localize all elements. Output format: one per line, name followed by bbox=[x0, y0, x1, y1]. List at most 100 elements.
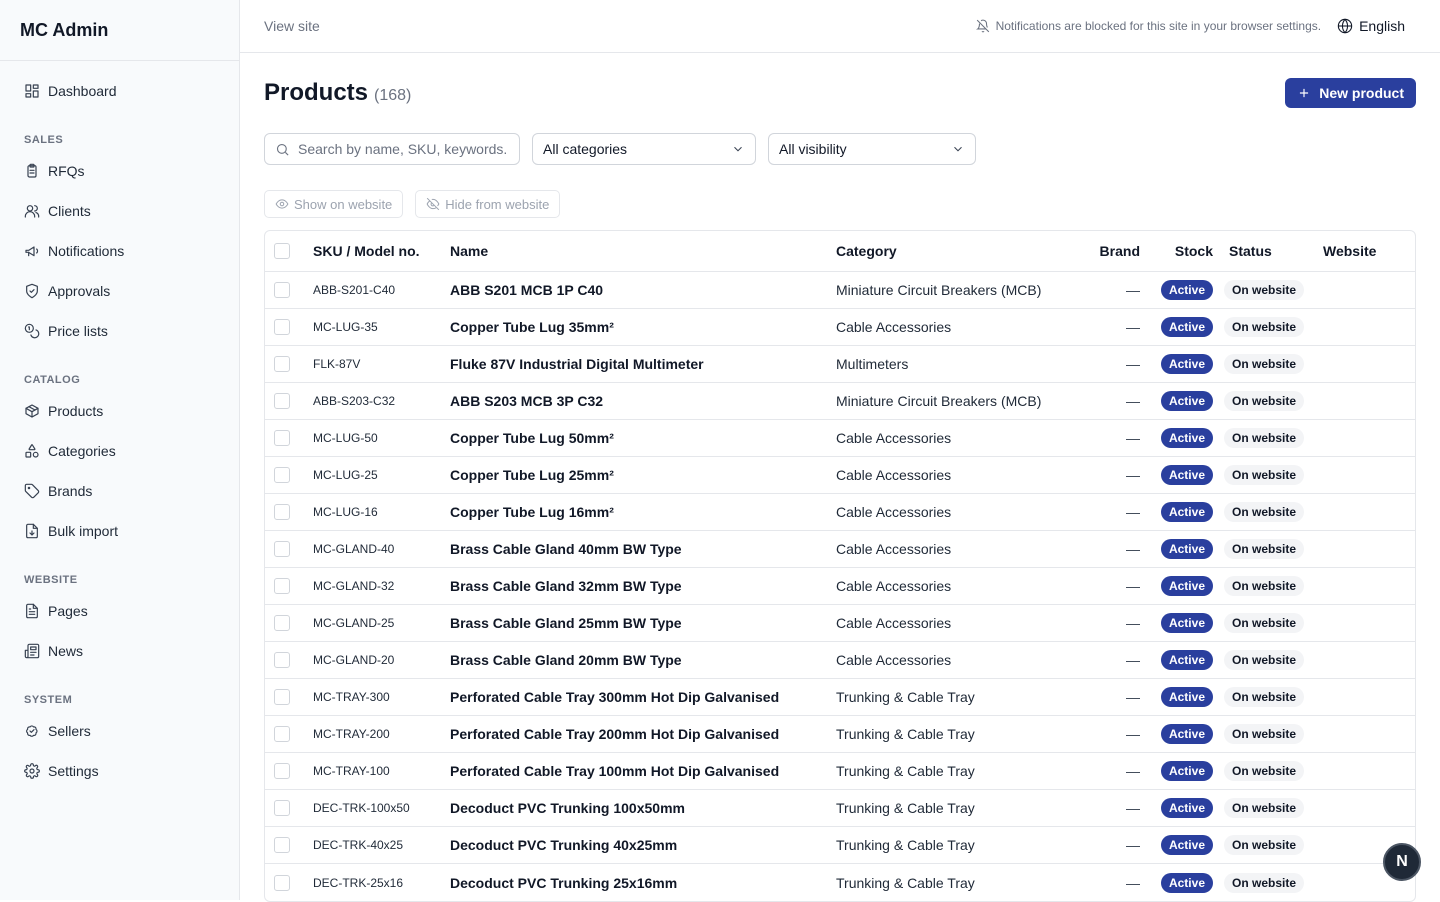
status-cell: On website bbox=[1213, 354, 1319, 374]
row-checkbox[interactable] bbox=[274, 541, 290, 557]
row-checkbox[interactable] bbox=[274, 356, 290, 372]
row-checkbox[interactable] bbox=[274, 763, 290, 779]
sidebar-section-catalog: CATALOG bbox=[24, 374, 81, 386]
sidebar-item-bulk-import[interactable]: Bulk import bbox=[0, 511, 239, 551]
hide-from-website-label: Hide from website bbox=[445, 196, 550, 212]
row-checkbox[interactable] bbox=[274, 726, 290, 742]
sidebar-item-sellers[interactable]: Sellers bbox=[0, 711, 239, 751]
sidebar-item-label: Brands bbox=[48, 483, 93, 499]
sidebar-item-news[interactable]: News bbox=[0, 631, 239, 671]
column-header-name[interactable]: Name bbox=[450, 243, 836, 259]
hide-from-website-button[interactable]: Hide from website bbox=[415, 190, 561, 218]
product-name-link[interactable]: ABB S203 MCB 3P C32 bbox=[450, 393, 836, 409]
stock-cell: Active bbox=[1140, 872, 1213, 893]
product-name-link[interactable]: Brass Cable Gland 25mm BW Type bbox=[450, 615, 836, 631]
table-row[interactable]: MC-GLAND-40 Brass Cable Gland 40mm BW Typ… bbox=[265, 531, 1415, 568]
view-site-link[interactable]: View site bbox=[264, 18, 320, 34]
visibility-select[interactable]: All visibility bbox=[768, 133, 976, 165]
language-switcher[interactable]: English bbox=[1337, 18, 1416, 34]
column-header-stock[interactable]: Stock bbox=[1140, 243, 1213, 259]
product-name-link[interactable]: Perforated Cable Tray 100mm Hot Dip Galv… bbox=[450, 763, 836, 779]
table-row[interactable]: MC-TRAY-300 Perforated Cable Tray 300mm H… bbox=[265, 679, 1415, 716]
row-checkbox[interactable] bbox=[274, 282, 290, 298]
row-checkbox[interactable] bbox=[274, 837, 290, 853]
column-header-brand[interactable]: Brand bbox=[1082, 243, 1140, 259]
row-checkbox[interactable] bbox=[274, 578, 290, 594]
row-select-cell bbox=[265, 393, 313, 409]
row-checkbox[interactable] bbox=[274, 800, 290, 816]
brand-cell: — bbox=[1126, 356, 1140, 372]
table-row[interactable]: MC-TRAY-100 Perforated Cable Tray 100mm H… bbox=[265, 753, 1415, 790]
table-row[interactable]: MC-LUG-25 Copper Tube Lug 25mm² Cable Acce… bbox=[265, 457, 1415, 494]
row-checkbox[interactable] bbox=[274, 393, 290, 409]
sku-cell: DEC-TRK-25x16 bbox=[313, 875, 404, 890]
row-checkbox[interactable] bbox=[274, 652, 290, 668]
sidebar-item-approvals[interactable]: Approvals bbox=[0, 271, 239, 311]
table-row[interactable]: DEC-TRK-100x50 Decoduct PVC Trunking 100x… bbox=[265, 790, 1415, 827]
sidebar-item-price-lists[interactable]: Price lists bbox=[0, 311, 239, 351]
stock-cell: Active bbox=[1140, 613, 1213, 633]
sidebar-item-brands[interactable]: Brands bbox=[0, 471, 239, 511]
table-row[interactable]: MC-GLAND-25 Brass Cable Gland 25mm BW Typ… bbox=[265, 605, 1415, 642]
row-checkbox[interactable] bbox=[274, 689, 290, 705]
sidebar-item-products[interactable]: Products bbox=[0, 391, 239, 431]
product-name-link[interactable]: Brass Cable Gland 32mm BW Type bbox=[450, 578, 836, 594]
row-select-cell bbox=[265, 837, 313, 853]
on-website-badge: On website bbox=[1224, 502, 1305, 522]
row-checkbox[interactable] bbox=[274, 504, 290, 520]
product-name-link[interactable]: Brass Cable Gland 20mm BW Type bbox=[450, 652, 836, 668]
sidebar-item-dashboard[interactable]: Dashboard bbox=[0, 71, 239, 111]
row-checkbox[interactable] bbox=[274, 319, 290, 335]
table-row[interactable]: DEC-TRK-25x16 Decoduct PVC Trunking 25x16… bbox=[265, 864, 1415, 901]
show-on-website-button[interactable]: Show on website bbox=[264, 190, 404, 218]
on-website-badge: On website bbox=[1224, 391, 1305, 411]
table-row[interactable]: MC-GLAND-20 Brass Cable Gland 20mm BW Typ… bbox=[265, 642, 1415, 679]
row-select-cell bbox=[265, 541, 313, 557]
product-name-link[interactable]: Perforated Cable Tray 200mm Hot Dip Galv… bbox=[450, 726, 836, 742]
category-select[interactable]: All categories bbox=[532, 133, 756, 165]
sidebar-item-pages[interactable]: Pages bbox=[0, 591, 239, 631]
sidebar-item-rfqs[interactable]: RFQs bbox=[0, 151, 239, 191]
product-name-link[interactable]: Perforated Cable Tray 300mm Hot Dip Galv… bbox=[450, 689, 836, 705]
product-name-link[interactable]: Fluke 87V Industrial Digital Multimeter bbox=[450, 356, 836, 372]
column-header-status[interactable]: Status bbox=[1213, 243, 1319, 259]
table-row[interactable]: MC-TRAY-200 Perforated Cable Tray 200mm H… bbox=[265, 716, 1415, 753]
sidebar-item-notifications[interactable]: Notifications bbox=[0, 231, 239, 271]
column-header-category[interactable]: Category bbox=[836, 243, 1082, 259]
active-badge: Active bbox=[1160, 761, 1213, 781]
product-name-link[interactable]: ABB S201 MCB 1P C40 bbox=[450, 282, 836, 298]
row-checkbox[interactable] bbox=[274, 430, 290, 446]
product-name-link[interactable]: Copper Tube Lug 25mm² bbox=[450, 467, 836, 483]
sidebar-item-settings[interactable]: Settings bbox=[0, 751, 239, 791]
row-checkbox[interactable] bbox=[274, 615, 290, 631]
product-name-link[interactable]: Brass Cable Gland 40mm BW Type bbox=[450, 541, 836, 557]
product-name-link[interactable]: Copper Tube Lug 16mm² bbox=[450, 504, 836, 520]
category-cell: Cable Accessories bbox=[836, 541, 952, 557]
sidebar-item-clients[interactable]: Clients bbox=[0, 191, 239, 231]
table-row[interactable]: ABB-S201-C40 ABB S201 MCB 1P C40 Miniature… bbox=[265, 272, 1415, 309]
row-select-cell bbox=[265, 356, 313, 372]
new-product-button[interactable]: New product bbox=[1285, 78, 1416, 108]
product-name-link[interactable]: Decoduct PVC Trunking 25x16mm bbox=[450, 875, 836, 891]
table-row[interactable]: ABB-S203-C32 ABB S203 MCB 3P C32 Miniature… bbox=[265, 383, 1415, 420]
table-row[interactable]: DEC-TRK-40x25 Decoduct PVC Trunking 40x25… bbox=[265, 827, 1415, 864]
table-row[interactable]: FLK-87V Fluke 87V Industrial Digital Mult… bbox=[265, 346, 1415, 383]
table-row[interactable]: MC-LUG-35 Copper Tube Lug 35mm² Cable Acce… bbox=[265, 309, 1415, 346]
select-all-checkbox[interactable] bbox=[274, 243, 290, 259]
column-header-sku[interactable]: SKU / Model no. bbox=[313, 243, 450, 259]
table-row[interactable]: MC-GLAND-32 Brass Cable Gland 32mm BW Typ… bbox=[265, 568, 1415, 605]
row-checkbox[interactable] bbox=[274, 467, 290, 483]
product-name-link[interactable]: Decoduct PVC Trunking 100x50mm bbox=[450, 800, 836, 816]
table-row[interactable]: MC-LUG-16 Copper Tube Lug 16mm² Cable Acce… bbox=[265, 494, 1415, 531]
search-input[interactable] bbox=[298, 141, 508, 157]
row-checkbox[interactable] bbox=[274, 874, 290, 891]
product-name-link[interactable]: Decoduct PVC Trunking 40x25mm bbox=[450, 837, 836, 853]
product-name-link[interactable]: Copper Tube Lug 50mm² bbox=[450, 430, 836, 446]
table-row[interactable]: MC-LUG-50 Copper Tube Lug 50mm² Cable Acce… bbox=[265, 420, 1415, 457]
product-name-link[interactable]: Copper Tube Lug 35mm² bbox=[450, 319, 836, 335]
sidebar-item-categories[interactable]: Categories bbox=[0, 431, 239, 471]
column-header-website[interactable]: Website bbox=[1319, 243, 1405, 259]
category-cell: Trunking & Cable Tray bbox=[836, 726, 975, 742]
dev-tools-button[interactable]: N bbox=[1383, 843, 1421, 881]
sidebar-item-label: Approvals bbox=[48, 283, 111, 299]
